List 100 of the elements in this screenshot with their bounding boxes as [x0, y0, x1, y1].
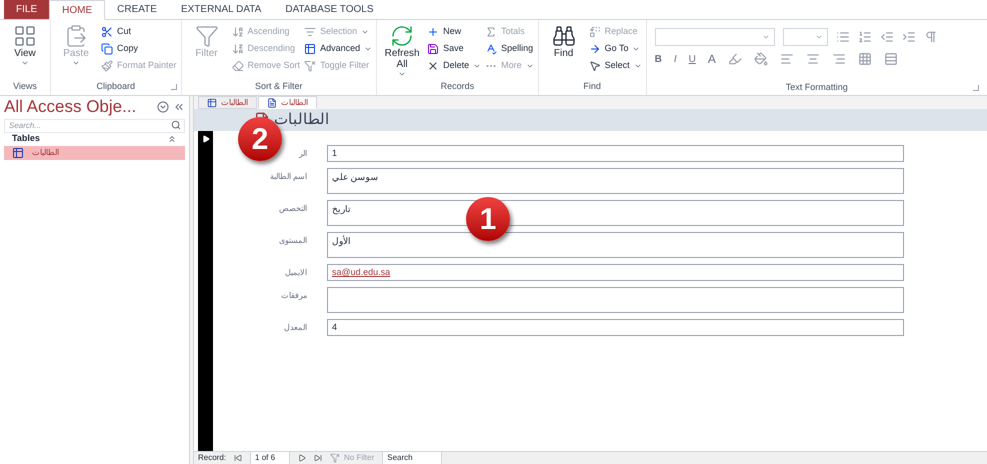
sort-ascending-icon	[232, 26, 244, 38]
ribbon-tab[interactable]: HOME	[49, 0, 106, 20]
paintbrush-icon	[101, 60, 113, 72]
filter-list-icon	[304, 26, 316, 38]
first-record-icon[interactable]	[234, 454, 242, 462]
table-icon	[304, 42, 316, 54]
search-field[interactable]: Search	[382, 451, 442, 464]
email-link[interactable]: sa@ud.edu.sa	[332, 266, 390, 280]
ribbon-button[interactable]: Spelling	[485, 41, 534, 56]
increase-indent-icon[interactable]	[902, 30, 916, 44]
decrease-indent-icon[interactable]	[880, 30, 894, 44]
table-icon	[207, 98, 217, 108]
refresh-icon	[390, 24, 414, 48]
binoculars-icon	[552, 24, 576, 48]
next-record-icon[interactable]	[298, 454, 306, 462]
current-record-icon	[202, 135, 210, 143]
field-label: اسم الطالبة	[270, 171, 307, 183]
group-label: Clipboard	[96, 80, 136, 94]
font-name-dropdown[interactable]	[654, 28, 775, 46]
funnel-icon	[194, 24, 219, 48]
paragraph-icon[interactable]	[924, 30, 938, 44]
ribbon-button[interactable]: Copy	[101, 41, 177, 56]
collapse-section-icon[interactable]	[167, 134, 177, 144]
field-label: المعدل	[284, 322, 307, 334]
grid-icon	[13, 24, 37, 48]
file-tab[interactable]: FILE	[4, 0, 50, 19]
nav-pane-title: All Access Obje...	[4, 96, 138, 118]
collapse-icon[interactable]	[173, 101, 185, 113]
font-color-button[interactable]: A	[708, 50, 716, 68]
ribbon-button[interactable]: Refresh All	[381, 24, 424, 78]
section-header[interactable]: Tables	[12, 132, 167, 146]
group-label: Views	[13, 80, 37, 94]
save-icon	[427, 42, 440, 54]
field-input[interactable]: سوسن علي	[327, 168, 904, 194]
field-input[interactable]: الأول	[327, 232, 904, 258]
ribbon-button[interactable]: Advanced	[304, 41, 372, 56]
paint-bucket-icon[interactable]	[754, 52, 768, 66]
format-button[interactable]: I	[674, 52, 677, 66]
sigma-icon	[485, 26, 498, 38]
search-icon[interactable]	[171, 120, 181, 130]
replace-icon	[588, 26, 601, 38]
caret-icon	[762, 33, 770, 41]
align-left-icon[interactable]	[780, 52, 794, 66]
bullets-icon[interactable]	[836, 30, 850, 44]
x-icon	[427, 60, 440, 72]
align-right-icon[interactable]	[832, 52, 846, 66]
record-position-field[interactable]: 1 of 6	[250, 451, 290, 464]
field-label: مرفقات	[281, 290, 307, 302]
arrow-right-icon	[588, 42, 601, 54]
ribbon-button[interactable]: Cut	[101, 24, 177, 39]
ribbon-button[interactable]: Go To	[588, 41, 642, 56]
field-input[interactable]: 4	[327, 319, 904, 336]
format-button[interactable]: U	[688, 52, 696, 66]
dialog-launcher-icon[interactable]	[973, 85, 979, 91]
field-label: الر	[299, 148, 307, 160]
spellcheck-icon	[485, 42, 498, 54]
ribbon-button[interactable]: Find	[542, 24, 585, 59]
scissors-icon	[101, 26, 113, 38]
nav-item[interactable]: الطالبات	[4, 146, 185, 160]
ribbon-button[interactable]: Delete	[427, 58, 482, 73]
record-label: Record:	[198, 452, 226, 464]
field-input[interactable]: sa@ud.edu.sa	[327, 264, 904, 281]
dropdown-icon[interactable]	[157, 101, 169, 113]
filter-x-icon	[330, 453, 340, 463]
field-input[interactable]: 1	[327, 145, 904, 162]
ribbon-button[interactable]: New	[427, 24, 482, 39]
ribbon-tab[interactable]: EXTERNAL DATA	[168, 0, 274, 19]
form-icon	[267, 98, 277, 108]
group-label: Find	[583, 80, 601, 94]
dialog-launcher-icon[interactable]	[170, 84, 177, 90]
format-button[interactable]: B	[654, 52, 662, 66]
caret-icon	[814, 33, 823, 41]
group-label: Sort & Filter	[255, 80, 303, 94]
group-label: Records	[440, 80, 474, 94]
font-size-dropdown[interactable]	[782, 28, 828, 46]
ribbon-button[interactable]: Save	[427, 41, 482, 56]
field-input[interactable]	[327, 287, 904, 313]
plus-icon	[427, 26, 440, 38]
table-icon	[12, 147, 24, 159]
ribbon-button[interactable]: Select	[588, 58, 642, 73]
ribbon-button[interactable]: View	[4, 24, 46, 67]
field-label: المستوى	[279, 235, 307, 247]
sort-descending-icon	[232, 42, 244, 54]
pointer-icon	[588, 60, 601, 72]
align-center-icon[interactable]	[806, 52, 820, 66]
highlighter-icon[interactable]	[728, 52, 742, 66]
filter-x-icon	[304, 60, 316, 72]
field-label: الايميل	[285, 267, 307, 279]
ribbon-tab[interactable]: DATABASE TOOLS	[273, 0, 386, 19]
rows-icon[interactable]	[884, 52, 898, 66]
numbering-icon[interactable]	[858, 30, 872, 44]
group-label: Text Formatting	[786, 81, 848, 94]
copy-icon	[101, 42, 113, 54]
search-field[interactable]: Search...	[4, 118, 185, 132]
last-record-icon[interactable]	[314, 454, 322, 462]
field-label: التخصص	[279, 203, 307, 215]
document-tab[interactable]: الطالبات	[258, 96, 317, 109]
ribbon-tab[interactable]: CREATE	[105, 0, 169, 19]
grid-icon[interactable]	[858, 52, 872, 66]
document-tab[interactable]: الطالبات	[198, 96, 257, 109]
